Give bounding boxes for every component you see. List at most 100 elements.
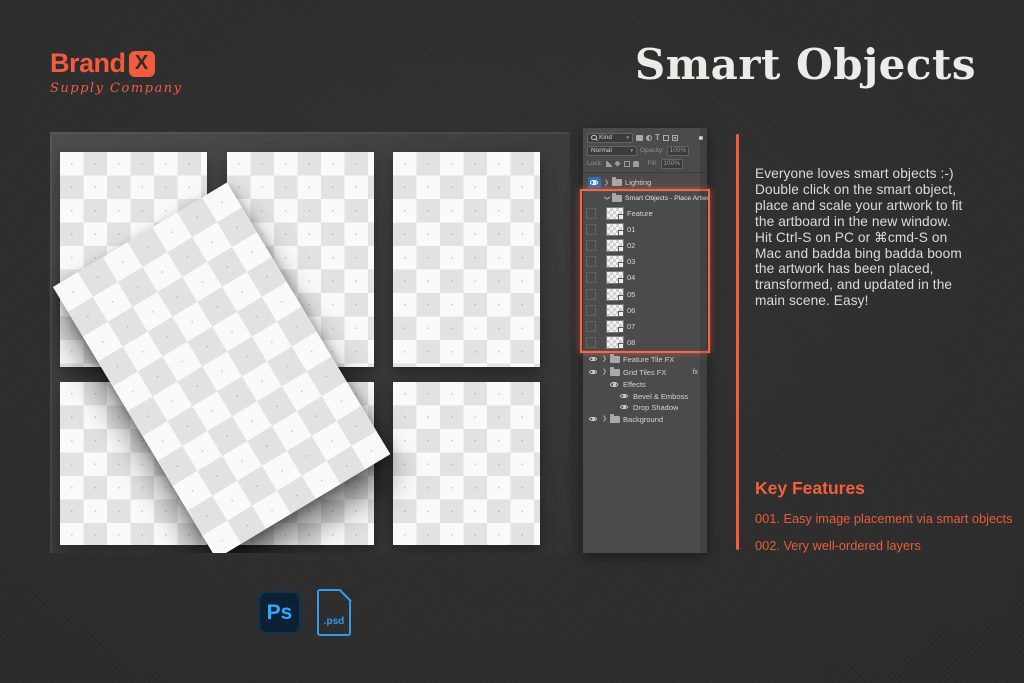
layer-label: Smart Objects - Place Artwork Here bbox=[625, 195, 708, 202]
eye-icon[interactable] bbox=[588, 355, 599, 364]
lock-image-icon[interactable] bbox=[615, 161, 621, 167]
eye-icon[interactable] bbox=[609, 380, 620, 389]
layer-row[interactable]: ❯ Smart Objects - Place Artwork Here bbox=[582, 191, 708, 205]
layer-row[interactable]: ❯Lighting bbox=[583, 176, 707, 189]
lock-label: Lock: bbox=[587, 160, 603, 167]
visibility-toggle-well[interactable] bbox=[586, 272, 596, 283]
eye-icon[interactable] bbox=[619, 392, 630, 401]
layer-label: 08 bbox=[627, 338, 635, 347]
visibility-toggle-well[interactable] bbox=[586, 305, 596, 316]
layer-label: Bevel & Emboss bbox=[633, 392, 688, 401]
brand-tagline: Supply Company bbox=[50, 81, 182, 96]
smart-object-thumbnail bbox=[606, 223, 624, 236]
smart-object-badge-icon bbox=[618, 278, 624, 284]
layer-label: Effects bbox=[623, 380, 646, 389]
psd-file-label: .psd bbox=[319, 616, 349, 627]
search-value: Kind bbox=[599, 134, 612, 141]
shape-filter-icon[interactable] bbox=[663, 135, 669, 141]
collapse-arrow-icon[interactable]: ❯ bbox=[602, 356, 607, 362]
smart-object-thumbnail bbox=[606, 320, 624, 333]
smart-object-thumbnail bbox=[606, 239, 624, 252]
layer-label: 07 bbox=[627, 322, 635, 331]
layer-row[interactable]: Bevel & Emboss bbox=[583, 391, 707, 402]
chevron-down-icon: ▾ bbox=[626, 135, 629, 141]
visibility-toggle-well[interactable] bbox=[586, 208, 596, 219]
filter-toggle-icon[interactable] bbox=[699, 136, 703, 140]
pixel-layer-filter-icon[interactable] bbox=[636, 135, 643, 141]
collapse-arrow-icon[interactable]: ❯ bbox=[602, 416, 607, 422]
opacity-field[interactable]: 100% bbox=[667, 146, 689, 156]
layer-row[interactable]: 07 bbox=[582, 318, 708, 334]
lock-all-icon[interactable] bbox=[633, 161, 639, 167]
layer-row[interactable]: 03 bbox=[582, 254, 708, 270]
layer-label: Feature bbox=[627, 209, 653, 218]
folder-icon bbox=[610, 356, 620, 363]
eye-icon[interactable] bbox=[588, 368, 599, 377]
type-filter-icon[interactable]: T bbox=[655, 135, 660, 141]
smart-object-badge-icon bbox=[618, 343, 624, 349]
mockup-scene bbox=[50, 132, 570, 553]
lock-position-icon[interactable] bbox=[624, 161, 630, 167]
eye-icon[interactable] bbox=[588, 177, 601, 188]
layer-row[interactable]: 02 bbox=[582, 237, 708, 253]
smart-object-filter-icon[interactable] bbox=[672, 135, 678, 141]
layer-filter-search[interactable]: Kind ▾ bbox=[587, 133, 633, 143]
search-icon bbox=[591, 135, 597, 141]
smart-object-badge-icon bbox=[618, 230, 624, 236]
smart-object-badge-icon bbox=[618, 214, 624, 220]
expand-arrow-icon[interactable]: ❯ bbox=[604, 195, 610, 200]
layer-row[interactable]: 05 bbox=[582, 286, 708, 302]
layer-label: 04 bbox=[627, 273, 635, 282]
eye-icon[interactable] bbox=[588, 415, 599, 424]
visibility-toggle-well[interactable] bbox=[586, 337, 596, 348]
smart-object-thumbnail bbox=[606, 207, 624, 220]
smart-object-thumbnail bbox=[606, 271, 624, 284]
description-text: Everyone loves smart objects :-) Double … bbox=[755, 166, 997, 309]
lock-transparency-icon[interactable] bbox=[606, 161, 612, 167]
eye-icon[interactable] bbox=[619, 403, 630, 412]
layer-row[interactable]: Drop Shadow bbox=[583, 402, 707, 413]
key-feature-item: 002. Very well-ordered layers bbox=[755, 538, 1015, 553]
brand-name: Brand bbox=[50, 48, 126, 79]
collapse-arrow-icon[interactable]: ❯ bbox=[604, 180, 609, 186]
smart-object-badge-icon bbox=[618, 262, 624, 268]
layer-row[interactable]: ❯ Grid Tiles FX fx bbox=[583, 366, 707, 379]
folder-icon bbox=[610, 416, 620, 423]
layer-list: ❯Lighting❯Smart Objects - Place Artwork … bbox=[583, 173, 707, 426]
layer-label: 02 bbox=[627, 241, 635, 250]
fill-field[interactable]: 100% bbox=[661, 159, 683, 169]
opacity-label: Opacity: bbox=[640, 147, 664, 154]
chevron-down-icon: ▾ bbox=[630, 148, 633, 154]
smart-object-badge-icon bbox=[618, 327, 624, 333]
smart-objects-selection-box: ❯ Smart Objects - Place Artwork Here Featu… bbox=[580, 189, 710, 353]
visibility-toggle-well[interactable] bbox=[586, 240, 596, 251]
layer-row[interactable]: ❯ Background bbox=[583, 413, 707, 426]
layer-label: 01 bbox=[627, 225, 635, 234]
fx-badge: fx bbox=[693, 369, 698, 376]
smart-object-badge-icon bbox=[618, 246, 624, 252]
psd-file-icon: .psd bbox=[317, 589, 351, 636]
brand-x-badge-icon: X bbox=[129, 51, 155, 77]
layer-row[interactable]: ❯Feature Tile FX bbox=[583, 353, 707, 366]
key-features-heading: Key Features bbox=[755, 478, 1015, 499]
visibility-toggle-well[interactable] bbox=[586, 224, 596, 235]
visibility-toggle-well[interactable] bbox=[586, 256, 596, 267]
adjustment-filter-icon[interactable] bbox=[646, 135, 652, 141]
brand-logo: Brand X Supply Company bbox=[50, 48, 182, 96]
blend-mode-select[interactable]: Normal ▾ bbox=[587, 146, 637, 156]
layer-row[interactable]: 01 bbox=[582, 221, 708, 237]
layer-label: Background bbox=[623, 415, 663, 424]
visibility-toggle-well[interactable] bbox=[586, 289, 596, 300]
folder-icon bbox=[612, 195, 622, 202]
layer-label: Grid Tiles FX bbox=[623, 368, 666, 377]
layer-row[interactable]: 06 bbox=[582, 302, 708, 318]
layer-row[interactable]: 08 bbox=[582, 335, 708, 351]
layer-row[interactable]: Effects bbox=[583, 379, 707, 391]
layer-row[interactable]: 04 bbox=[582, 270, 708, 286]
collapse-arrow-icon[interactable]: ❯ bbox=[602, 369, 607, 375]
photoshop-layers-panel: Kind ▾ T Normal ▾ Opacity: 100% Lock: bbox=[583, 128, 707, 553]
smart-object-thumbnail bbox=[606, 288, 624, 301]
layer-row[interactable]: Feature bbox=[582, 205, 708, 221]
page-title: Smart Objects bbox=[635, 40, 976, 89]
visibility-toggle-well[interactable] bbox=[586, 321, 596, 332]
